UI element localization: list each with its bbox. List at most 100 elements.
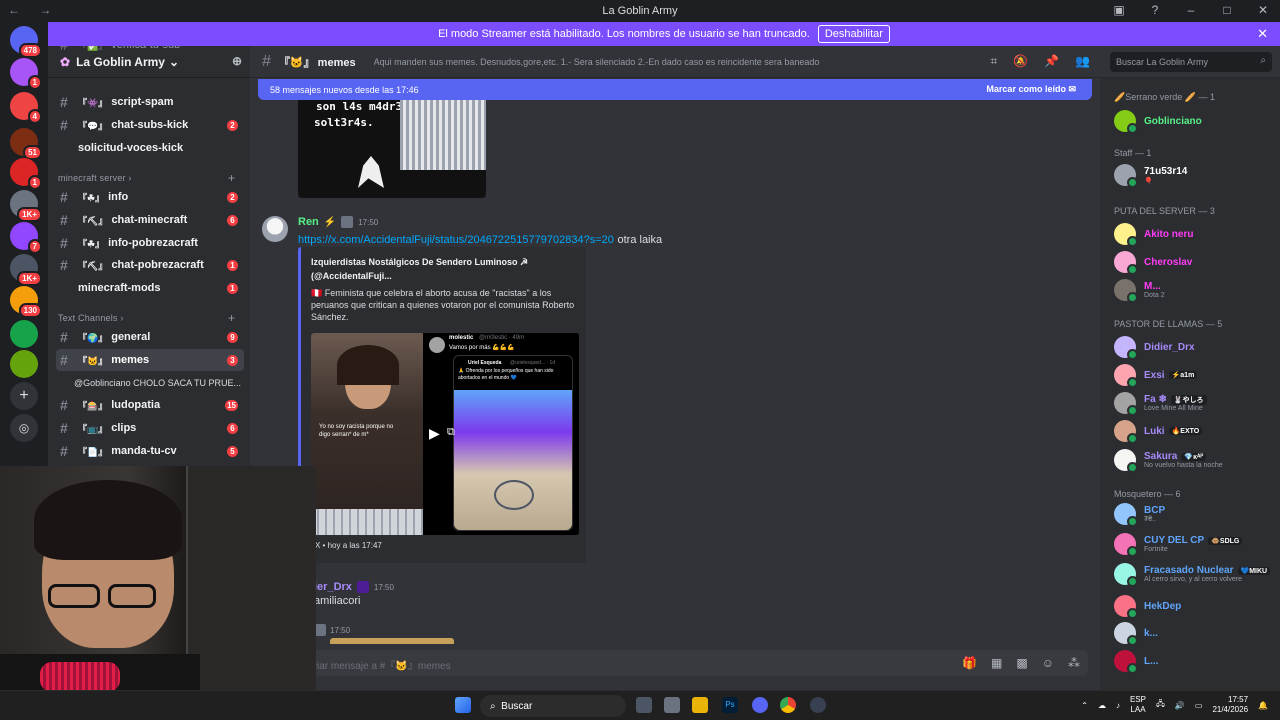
server-icon[interactable]: 1K+ [10, 190, 42, 222]
server-icon[interactable]: 1 [10, 158, 42, 190]
mute-bell-icon[interactable]: 🔕 [1013, 54, 1028, 69]
member-item[interactable]: Goblinciano [1114, 108, 1276, 134]
file-explorer-icon[interactable] [692, 697, 708, 713]
member-item[interactable]: BCP ₮₴.. [1114, 501, 1276, 527]
member-item[interactable]: Sakura 💎ᴋᴬᴾ No vuelvo hasta la noche [1114, 447, 1276, 473]
add-channel-icon[interactable]: + [228, 311, 235, 325]
battery-icon[interactable]: ▭ [1195, 701, 1203, 710]
channel-topic[interactable]: Aqui manden sus memes. Desnudos,gore,etc… [374, 57, 824, 67]
help-icon[interactable]: ? [1148, 3, 1162, 17]
apps-icon[interactable]: ⁂ [1068, 656, 1080, 670]
embed-media[interactable]: Yo no soy racista porque no digo serran*… [311, 333, 579, 535]
add-server-button[interactable]: + [10, 382, 38, 410]
embed-title[interactable]: Izquierdistas Nostálgicos De Sendero Lum… [311, 255, 579, 283]
pin-icon[interactable]: 📌 [1044, 54, 1059, 69]
inbox-icon[interactable]: ▣ [1112, 3, 1126, 17]
image-attachment[interactable] [330, 638, 454, 644]
maximize-button[interactable]: □ [1220, 3, 1234, 17]
server-icon[interactable]: 51 [10, 128, 42, 160]
channel-chat-subs-kick[interactable]: # 『💬』 chat-subs-kick 2 [56, 114, 244, 136]
member-item[interactable]: M... Dota 2 [1114, 277, 1276, 303]
threads-icon[interactable]: ⌗ [990, 54, 997, 69]
obs-icon[interactable] [810, 697, 826, 713]
member-item[interactable]: Exsi ⚡a1m [1114, 362, 1276, 388]
disable-streamer-button[interactable]: Deshabilitar [817, 25, 890, 43]
sticker-icon[interactable]: ▩ [1016, 656, 1027, 670]
gif-icon[interactable]: ⧉ [447, 426, 455, 439]
app-icon[interactable] [664, 697, 680, 713]
channel-solicitud-voces-kick[interactable]: solicitud-voces-kick [56, 137, 244, 159]
task-view-icon[interactable] [636, 697, 652, 713]
gif-picker-icon[interactable]: ▦ [991, 656, 1002, 670]
member-list-icon[interactable]: 👥 [1075, 54, 1090, 69]
member-item[interactable]: k... [1114, 620, 1276, 646]
nav-arrows[interactable]: ← → [8, 3, 59, 17]
channel-clips[interactable]: # 『📺』 clips 6 [56, 417, 244, 439]
search-input[interactable]: Buscar La Goblin Army ⌕ [1110, 52, 1272, 72]
member-item[interactable]: Akito neru [1114, 221, 1276, 247]
message-input[interactable]: viar mensaje a #『🐱』memes 🎁 ▦ ▩ ☺ ⁂ [262, 650, 1088, 676]
channel-info[interactable]: # 『☘』 info 2 [56, 186, 244, 208]
add-channel-icon[interactable]: + [228, 171, 235, 185]
member-item[interactable]: CUY DEL CP 🐵SDLG Fortnite [1114, 531, 1276, 557]
message-link[interactable]: https://x.com/AccidentalFuji/status/2046… [298, 234, 614, 246]
server-icon[interactable] [10, 320, 38, 348]
discover-icon[interactable]: ◎ [10, 414, 38, 442]
emoji-icon[interactable]: ☺ [1042, 656, 1054, 670]
channel-memes[interactable]: # 『🐱』 memes 3 [56, 349, 244, 371]
channel-chat-minecraft[interactable]: # 『⛏』 chat-minecraft 6 [56, 209, 244, 231]
volume-tray-icon[interactable]: ♪ [1116, 701, 1120, 710]
server-icon[interactable]: 478 [10, 26, 42, 58]
close-window-button[interactable]: ✕ [1256, 3, 1270, 17]
member-item[interactable]: L... [1114, 648, 1276, 674]
channel-info-pobrezacraft[interactable]: # 『☘』 info-pobrezacraft [56, 232, 244, 254]
minimize-button[interactable]: – [1184, 3, 1198, 17]
server-icon[interactable]: 4 [10, 92, 42, 124]
category-minecraft[interactable]: minecraft server › + [58, 171, 235, 185]
photoshop-icon[interactable]: Ps [722, 697, 738, 713]
channel-verifica-tu-sub[interactable]: #『✅』 verifica-tu-sub [56, 46, 244, 56]
member-item[interactable]: Fa ❄ 🐰やしろ Love Mine All Mine [1114, 390, 1276, 416]
network-icon[interactable]: 🖧 [1156, 698, 1165, 712]
member-item[interactable]: Didier_Drx [1114, 334, 1276, 360]
chevron-up-icon[interactable]: ⌃ [1081, 701, 1088, 710]
member-item[interactable]: 71u53r14 🎈 [1114, 162, 1276, 188]
channel-script-spam[interactable]: # 『👾』 script-spam [56, 91, 244, 113]
server-icon[interactable] [10, 350, 38, 378]
new-messages-bar[interactable]: 58 mensajes nuevos desde las 17:46 Marca… [258, 79, 1092, 100]
category-text-channels[interactable]: Text Channels › + [58, 311, 235, 325]
discord-icon[interactable] [752, 697, 768, 713]
server-icon[interactable]: 130 [10, 286, 42, 318]
channel-chat-pobrezacraft[interactable]: # 『⛏』 chat-pobrezacraft 1 [56, 254, 244, 276]
invite-icon[interactable]: ⊕ [232, 54, 242, 68]
channel-minecraft-mods[interactable]: minecraft-mods 1 [56, 277, 244, 299]
member-item[interactable]: Luki 🔥EXTO [1114, 418, 1276, 444]
chrome-icon[interactable] [780, 697, 796, 713]
speaker-icon[interactable]: 🔊 [1175, 701, 1185, 710]
message-author[interactable]: Ren [298, 216, 319, 228]
language-indicator[interactable]: ESP LAA [1130, 695, 1146, 715]
close-icon[interactable]: ✕ [1257, 26, 1268, 42]
channel-general[interactable]: # 『🌍』 general 9 [56, 326, 244, 348]
tray-app-icon[interactable]: ☁ [1098, 701, 1106, 710]
gift-icon[interactable]: 🎁 [962, 656, 977, 670]
member-item[interactable]: HekDep [1114, 593, 1276, 619]
member-item[interactable]: Fracasado Nuclear 💙MIKU Al cerro sirvo, y … [1114, 561, 1276, 587]
channel-ludopatia[interactable]: # 『🎰』 ludopatia 15 [56, 394, 244, 416]
channel-manda-tu-cv[interactable]: # 『📄』 manda-tu-cv 5 [56, 440, 244, 462]
start-icon[interactable] [455, 697, 471, 713]
message-author[interactable]: ier_Drx [314, 581, 352, 593]
server-icon[interactable]: 1 [10, 58, 42, 90]
meme-image[interactable]: son l4s m4dr3s solt3r4s. [298, 100, 486, 198]
mark-as-read-button[interactable]: Marcar como leído ✉ [986, 84, 1076, 95]
server-icon[interactable]: 7 [10, 222, 42, 254]
thread-item[interactable]: @Goblinciano CHOLO SACA TU PRUE... [74, 372, 244, 394]
taskbar-search[interactable]: ⌕ Buscar [480, 695, 626, 717]
play-icon[interactable]: ▶ [429, 425, 440, 442]
channel-label: minecraft-mods [78, 282, 161, 294]
member-item[interactable]: Cheroslav [1114, 249, 1276, 275]
avatar[interactable] [262, 216, 288, 242]
notifications-icon[interactable]: 🔔 [1258, 701, 1268, 710]
server-icon[interactable]: 1K+ [10, 254, 42, 286]
clock[interactable]: 17:57 21/4/2026 [1212, 695, 1248, 715]
